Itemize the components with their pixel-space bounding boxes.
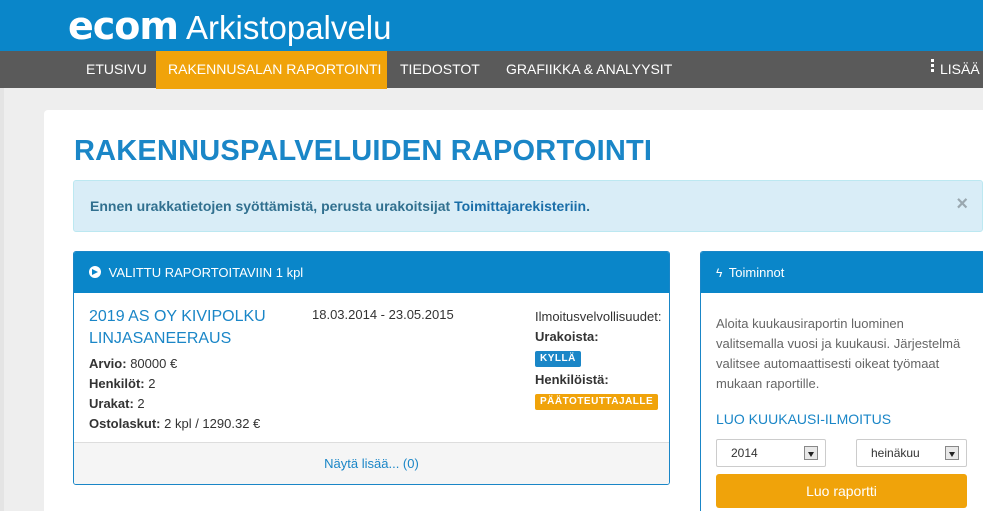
field-value: 2 — [148, 376, 156, 391]
nav-item-grafiikka-analyysit[interactable]: GRAFIIKKA & ANALYYSIT — [494, 51, 684, 88]
left-edge-strip — [0, 88, 4, 511]
reporting-obligations: Ilmoitusvelvollisuudet: Urakoista: KYLLÄ… — [535, 307, 661, 413]
project-dates: 18.03.2014 - 23.05.2015 — [312, 307, 454, 322]
nav-more-menu[interactable]: LISÄÄ — [931, 51, 983, 88]
project-fields: Arvio: 80000 € Henkilöt: 2 Urakat: 2 Ost… — [89, 354, 260, 434]
bolt-icon: ϟ — [716, 266, 723, 280]
contracts-status-badge: KYLLÄ — [535, 351, 581, 367]
alert-suffix: . — [586, 198, 591, 214]
field-ostolaskut: Ostolaskut: 2 kpl / 1290.32 € — [89, 414, 260, 434]
project-title-link[interactable]: 2019 AS OY KIVIPOLKU LINJASANEERAUS — [89, 306, 299, 350]
chevron-down-icon[interactable] — [945, 446, 959, 460]
chevron-down-icon[interactable] — [804, 446, 818, 460]
nav-item-tiedostot[interactable]: TIEDOSTOT — [388, 51, 492, 88]
persons-status-badge: PÄÄTOTEUTTAJALLE — [535, 394, 659, 410]
persons-label: Henkilöistä: — [535, 372, 609, 387]
field-label: Urakat: — [89, 396, 134, 411]
actions-panel-header: ϟ Toiminnot — [701, 252, 983, 293]
obligations-heading: Ilmoitusvelvollisuudet: — [535, 309, 662, 324]
field-urakat: Urakat: 2 — [89, 394, 260, 414]
field-henkilot: Henkilöt: 2 — [89, 374, 260, 394]
year-value: 2014 — [731, 446, 758, 460]
app-logo[interactable]: ecom Arkistopalvelu — [68, 4, 391, 48]
field-value: 80000 € — [130, 356, 178, 371]
contracts-label: Urakoista: — [535, 329, 599, 344]
actions-panel: ϟ Toiminnot Aloita kuukausiraportin luom… — [700, 251, 983, 511]
show-more-link[interactable]: Näytä lisää... (0) — [74, 442, 669, 484]
actions-description: Aloita kuukausiraportin luominen valitse… — [716, 316, 961, 391]
field-arvio: Arvio: 80000 € — [89, 354, 260, 374]
vertical-dots-icon — [931, 57, 934, 74]
brand-logo-text: ecom — [68, 4, 179, 48]
close-icon[interactable]: × — [956, 193, 968, 216]
field-label: Ostolaskut: — [89, 416, 161, 431]
alert-message: Ennen urakkatietojen syöttämistä, perust… — [90, 198, 590, 214]
selected-reports-panel: VALITTU RAPORTOITAVIIN 1 kpl 2019 AS OY … — [73, 251, 670, 485]
circle-arrow-right-icon — [89, 266, 101, 278]
main-nav: ETUSIVU RAKENNUSALAN RAPORTOINTI TIEDOST… — [0, 51, 983, 89]
field-label: Henkilöt: — [89, 376, 145, 391]
actions-panel-title: Toiminnot — [728, 265, 785, 280]
page-title: RAKENNUSPALVELUIDEN RAPORTOINTI — [74, 135, 653, 167]
alert-text: Ennen urakkatietojen syöttämistä, perust… — [90, 198, 455, 214]
create-monthly-report-link[interactable]: LUO KUUKAUSI-ILMOITUS — [716, 411, 891, 427]
year-select[interactable]: 2014 — [716, 439, 826, 467]
top-header-bar: ecom Arkistopalvelu — [0, 0, 983, 51]
field-label: Arvio: — [89, 356, 127, 371]
nav-item-rakennusalan-raportointi[interactable]: RAKENNUSALAN RAPORTOINTI — [156, 51, 387, 89]
nav-item-etusivu[interactable]: ETUSIVU — [74, 51, 159, 88]
product-name: Arkistopalvelu — [186, 9, 392, 46]
info-alert: Ennen urakkatietojen syöttämistä, perust… — [73, 180, 983, 232]
field-value: 2 kpl / 1290.32 € — [164, 416, 261, 431]
month-value: heinäkuu — [871, 446, 920, 460]
selected-panel-header: VALITTU RAPORTOITAVIIN 1 kpl — [74, 252, 669, 293]
selected-panel-title: VALITTU RAPORTOITAVIIN 1 kpl — [108, 265, 304, 280]
nav-more-label: LISÄÄ — [940, 61, 980, 77]
field-value: 2 — [137, 396, 145, 411]
create-report-button[interactable]: Luo raportti — [716, 474, 967, 508]
supplier-registry-link[interactable]: Toimittajarekisteriin — [454, 198, 586, 214]
month-select[interactable]: heinäkuu — [856, 439, 967, 467]
